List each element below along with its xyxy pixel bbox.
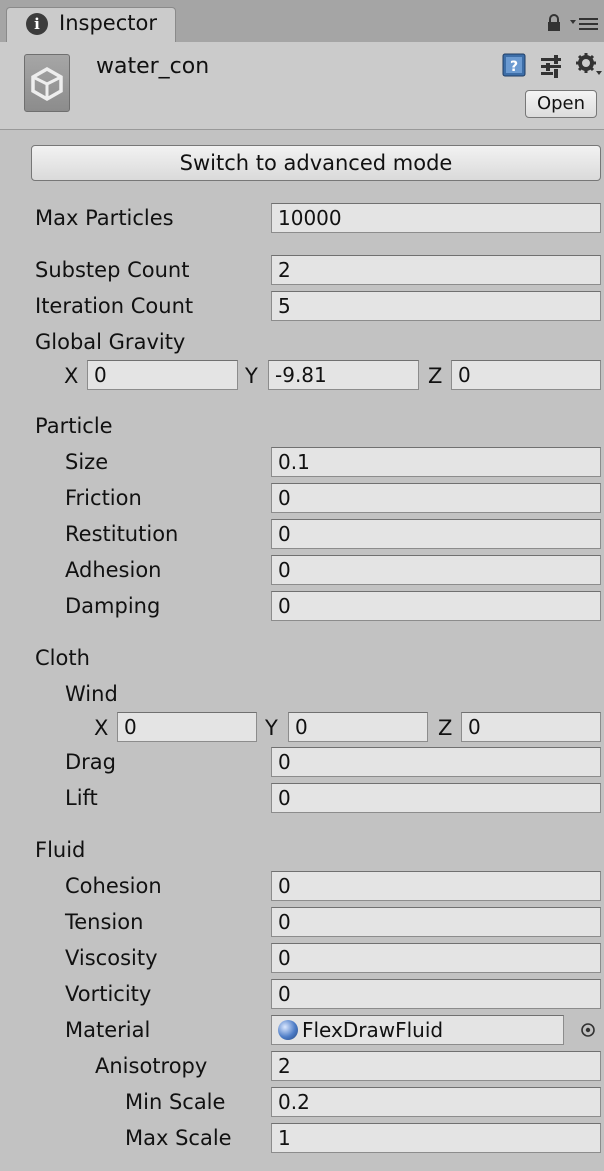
particle-size-label: Size (65, 450, 109, 474)
particle-friction-label: Friction (65, 486, 142, 510)
asset-name: water_con (96, 54, 210, 79)
fluid-max-scale-field[interactable]: 1 (271, 1123, 601, 1153)
tab-title: Inspector (59, 11, 157, 35)
cloth-section-label: Cloth (35, 646, 90, 670)
fluid-tension-label: Tension (65, 910, 144, 934)
particle-damping-label: Damping (65, 594, 161, 618)
wind-y-field[interactable]: 0 (288, 712, 428, 742)
gravity-z-label[interactable]: Z (428, 363, 442, 389)
switch-advanced-mode-button[interactable]: Switch to advanced mode (31, 145, 601, 181)
fluid-anisotropy-field[interactable]: 2 (271, 1051, 601, 1081)
cloth-drag-label: Drag (65, 750, 117, 774)
substep-count-field[interactable]: 2 (271, 255, 601, 285)
unity-logo-icon (24, 54, 70, 112)
particle-restitution-label: Restitution (65, 522, 179, 546)
fluid-material-field[interactable]: FlexDrawFluid (271, 1015, 564, 1045)
particle-damping-field[interactable]: 0 (271, 591, 601, 621)
fluid-anisotropy-label: Anisotropy (95, 1054, 208, 1078)
max-particles-field[interactable]: 10000 (271, 203, 601, 233)
fluid-viscosity-label: Viscosity (65, 946, 158, 970)
tab-bar: i Inspector (0, 0, 604, 43)
fluid-vorticity-field[interactable]: 0 (271, 979, 601, 1009)
fluid-max-scale-label: Max Scale (125, 1126, 232, 1150)
info-icon: i (26, 13, 48, 35)
sphere-material-icon (278, 1020, 298, 1040)
cloth-lift-label: Lift (65, 786, 98, 810)
presets-sliders-icon[interactable] (539, 54, 563, 78)
fluid-viscosity-field[interactable]: 0 (271, 943, 601, 973)
fluid-cohesion-field[interactable]: 0 (271, 871, 601, 901)
inspector-header: water_con ? Open (0, 42, 604, 130)
gravity-y-field[interactable]: -9.81 (268, 360, 419, 390)
fluid-tension-field[interactable]: 0 (271, 907, 601, 937)
fluid-min-scale-label: Min Scale (125, 1090, 226, 1114)
gravity-z-field[interactable]: 0 (451, 360, 601, 390)
object-picker-icon[interactable] (580, 1022, 596, 1038)
particle-friction-field[interactable]: 0 (271, 483, 601, 513)
cloth-wind-label: Wind (65, 682, 118, 706)
fluid-min-scale-field[interactable]: 0.2 (271, 1087, 601, 1117)
gear-icon[interactable] (575, 52, 603, 78)
lock-icon[interactable] (545, 14, 563, 32)
gravity-x-field[interactable]: 0 (87, 360, 238, 390)
cloth-drag-field[interactable]: 0 (271, 747, 601, 777)
fluid-material-value: FlexDrawFluid (302, 1018, 444, 1042)
iteration-count-label: Iteration Count (35, 294, 194, 318)
particle-adhesion-field[interactable]: 0 (271, 555, 601, 585)
fluid-section-label: Fluid (35, 838, 86, 862)
fluid-vorticity-label: Vorticity (65, 982, 152, 1006)
wind-y-label[interactable]: Y (265, 715, 278, 741)
gravity-y-label[interactable]: Y (245, 363, 258, 389)
wind-z-field[interactable]: 0 (461, 712, 601, 742)
help-book-icon[interactable]: ? (501, 52, 527, 78)
wind-z-label[interactable]: Z (438, 715, 452, 741)
tab-inspector[interactable]: i Inspector (6, 7, 176, 43)
wind-x-field[interactable]: 0 (117, 712, 257, 742)
global-gravity-label: Global Gravity (35, 330, 186, 354)
gravity-x-label[interactable]: X (64, 363, 78, 389)
cloth-lift-field[interactable]: 0 (271, 783, 601, 813)
wind-x-label[interactable]: X (94, 715, 108, 741)
fluid-cohesion-label: Cohesion (65, 874, 162, 898)
svg-text:?: ? (510, 59, 518, 75)
particle-restitution-field[interactable]: 0 (271, 519, 601, 549)
open-button[interactable]: Open (525, 90, 597, 118)
particle-size-field[interactable]: 0.1 (271, 447, 601, 477)
kebab-menu-icon[interactable] (570, 15, 600, 31)
substep-count-label: Substep Count (35, 258, 190, 282)
particle-section-label: Particle (35, 414, 113, 438)
max-particles-label: Max Particles (35, 206, 174, 230)
iteration-count-field[interactable]: 5 (271, 291, 601, 321)
particle-adhesion-label: Adhesion (65, 558, 162, 582)
fluid-material-label: Material (65, 1018, 151, 1042)
